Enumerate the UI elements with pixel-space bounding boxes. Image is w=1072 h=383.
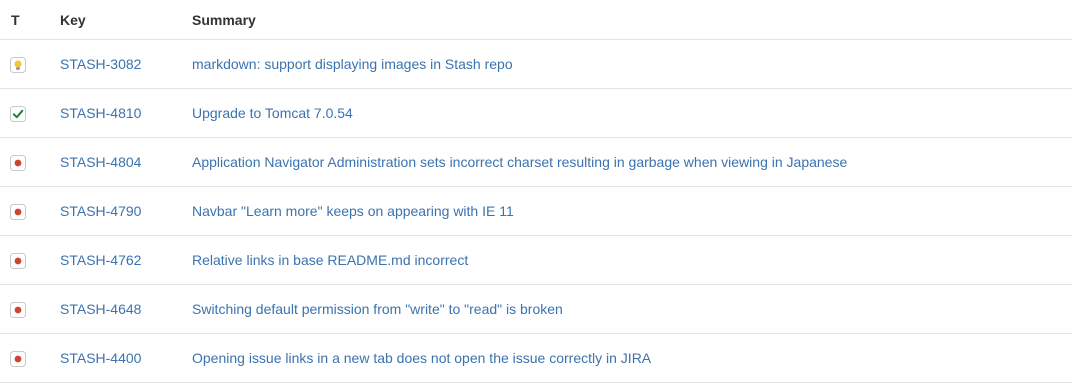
type-cell	[0, 251, 60, 269]
issue-table: T Key Summary STASH-3082 markdown: suppo…	[0, 0, 1072, 383]
issue-key-link[interactable]: STASH-4400	[60, 350, 141, 366]
table-header: T Key Summary	[0, 0, 1072, 40]
type-cell	[0, 349, 60, 367]
issue-summary-link[interactable]: Relative links in base README.md incorre…	[192, 252, 468, 268]
table-row: STASH-4762 Relative links in base README…	[0, 236, 1072, 285]
table-row: STASH-4790 Navbar "Learn more" keeps on …	[0, 187, 1072, 236]
bug-icon	[10, 252, 26, 269]
table-row: STASH-4810 Upgrade to Tomcat 7.0.54	[0, 89, 1072, 138]
issue-key-link[interactable]: STASH-4810	[60, 105, 141, 121]
issue-summary-link[interactable]: Application Navigator Administration set…	[192, 154, 847, 170]
header-key[interactable]: Key	[60, 12, 192, 28]
bug-icon	[10, 154, 26, 171]
issue-summary-link[interactable]: Navbar "Learn more" keeps on appearing w…	[192, 203, 514, 219]
issue-key-link[interactable]: STASH-4762	[60, 252, 141, 268]
header-type[interactable]: T	[0, 12, 60, 28]
issue-key-link[interactable]: STASH-4648	[60, 301, 141, 317]
issue-key-link[interactable]: STASH-4804	[60, 154, 141, 170]
type-cell	[0, 153, 60, 171]
type-cell	[0, 202, 60, 220]
issue-summary-link[interactable]: markdown: support displaying images in S…	[192, 56, 513, 72]
bug-icon	[10, 203, 26, 220]
improvement-icon	[10, 56, 26, 73]
header-summary[interactable]: Summary	[192, 12, 1072, 28]
issue-summary-link[interactable]: Opening issue links in a new tab does no…	[192, 350, 651, 366]
issue-summary-link[interactable]: Switching default permission from "write…	[192, 301, 563, 317]
bug-icon	[10, 301, 26, 318]
issue-key-link[interactable]: STASH-3082	[60, 56, 141, 72]
table-row: STASH-4804 Application Navigator Adminis…	[0, 138, 1072, 187]
table-row: STASH-4648 Switching default permission …	[0, 285, 1072, 334]
type-cell	[0, 55, 60, 73]
type-cell	[0, 104, 60, 122]
table-row: STASH-4400 Opening issue links in a new …	[0, 334, 1072, 383]
task-icon	[10, 105, 26, 122]
issue-key-link[interactable]: STASH-4790	[60, 203, 141, 219]
issue-summary-link[interactable]: Upgrade to Tomcat 7.0.54	[192, 105, 353, 121]
type-cell	[0, 300, 60, 318]
table-row: STASH-3082 markdown: support displaying …	[0, 40, 1072, 89]
bug-icon	[10, 350, 26, 367]
